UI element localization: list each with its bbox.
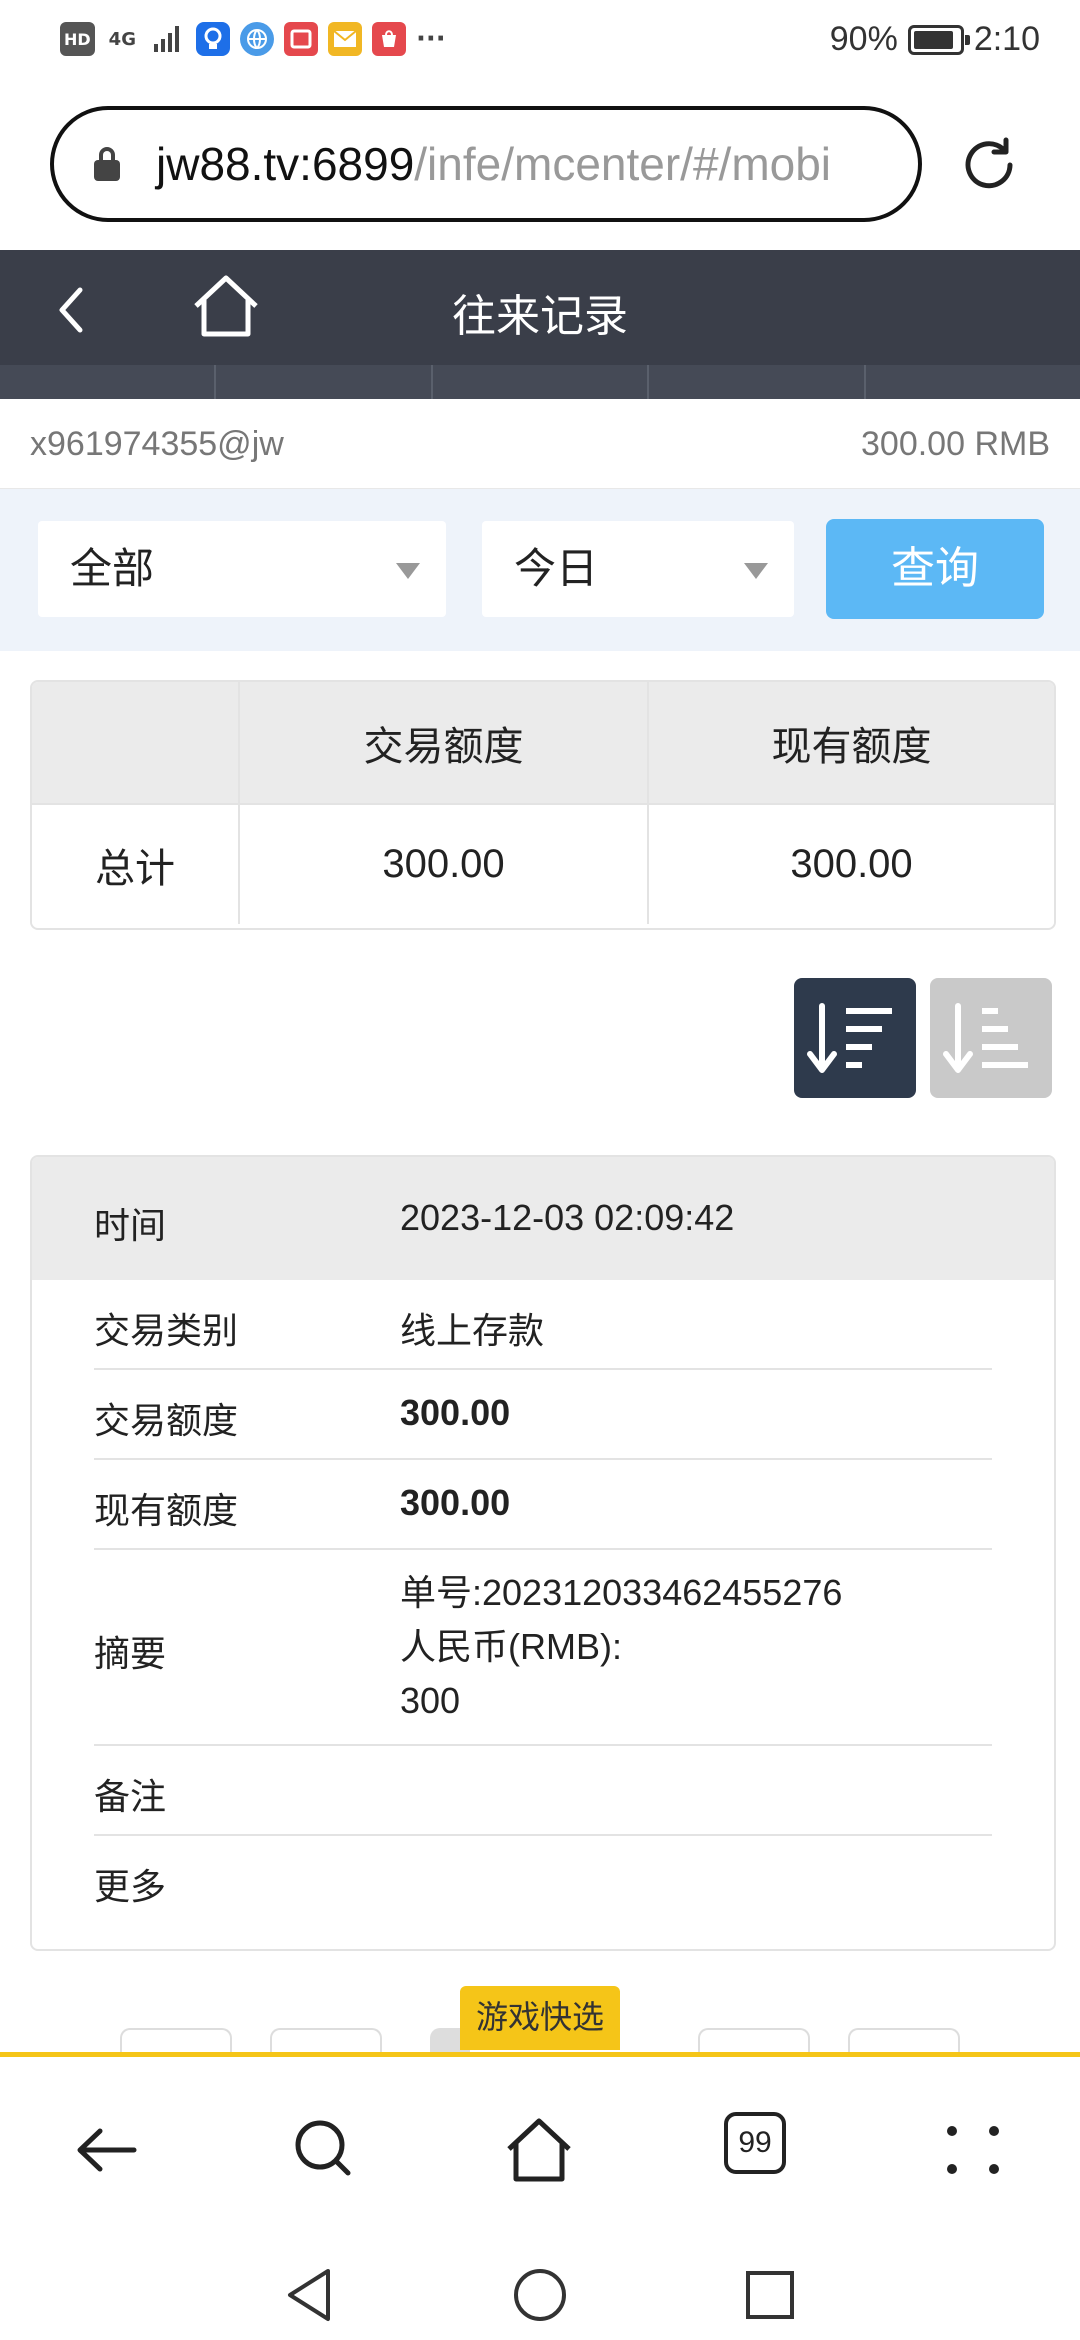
- record-time-row: 时间 2023-12-03 02:09:42: [32, 1157, 1054, 1280]
- record-type-row: 交易类别 线上存款: [94, 1280, 992, 1370]
- summary-header-row: 交易额度 现有额度: [32, 682, 1054, 803]
- home-icon[interactable]: [190, 272, 262, 340]
- browser-back-icon[interactable]: [72, 2115, 142, 2185]
- reload-icon[interactable]: [958, 134, 1020, 196]
- summary-table: 交易额度 现有额度 总计 300.00 300.00: [30, 680, 1056, 930]
- chevron-down-icon: [396, 563, 420, 579]
- record-balance-value: 300.00: [400, 1482, 511, 1523]
- system-home-icon[interactable]: [512, 2267, 568, 2323]
- address-bar[interactable]: jw88.tv:6899/infe/mcenter/#/mobi: [50, 106, 922, 222]
- summary-transaction-amount: 300.00: [240, 805, 649, 924]
- sub-nav-tab[interactable]: [433, 365, 650, 399]
- status-left-icons: HD 4G ···: [60, 22, 446, 56]
- record-summary-amount: 300: [400, 1680, 461, 1721]
- sort-descending-icon: [807, 1003, 892, 1073]
- query-button[interactable]: 查询: [826, 519, 1044, 619]
- record-type-value: 线上存款: [400, 1310, 545, 1351]
- browser-bottom-nav: [0, 2057, 1080, 2237]
- summary-current-amount: 300.00: [790, 842, 913, 886]
- record-time-label: 时间: [94, 1206, 167, 1247]
- tabs-count-icon[interactable]: 99: [724, 2112, 786, 2174]
- record-balance-row: 现有额度 300.00: [94, 1460, 992, 1550]
- summary-total-row: 总计 300.00 300.00: [32, 803, 1054, 924]
- category-select-value: 全部: [70, 544, 155, 593]
- game-quick-select-tab[interactable]: 游戏快选: [460, 1986, 620, 2050]
- sub-nav-strip: [0, 365, 1080, 399]
- game-shortcut-tile[interactable]: [698, 2028, 810, 2054]
- summary-header-transaction: 交易额度: [240, 682, 649, 803]
- summary-header-empty: [32, 682, 240, 803]
- sort-ascending-icon: [943, 1003, 1028, 1073]
- record-summary-label: 摘要: [94, 1634, 167, 1675]
- signal-bars-icon: [150, 22, 186, 56]
- record-more-row[interactable]: 更多: [94, 1836, 992, 1926]
- record-summary-value: 单号:202312033462455276 人民币(RMB): 300: [400, 1566, 842, 1728]
- sub-nav-tab[interactable]: [866, 365, 1080, 399]
- record-note-row: 备注: [94, 1746, 992, 1836]
- game-shortcut-tile[interactable]: [270, 2028, 382, 2054]
- record-amount-row: 交易额度 300.00: [94, 1370, 992, 1460]
- page-title: 往来记录: [452, 291, 628, 342]
- book-app-icon: [283, 22, 318, 56]
- sort-ascending-button[interactable]: [930, 978, 1052, 1098]
- summary-header-current: 现有额度: [771, 723, 932, 770]
- url-host: jw88.tv:6899: [156, 138, 415, 190]
- date-range-select[interactable]: 今日: [482, 521, 794, 617]
- hd-icon: HD: [60, 22, 95, 56]
- record-amount-label: 交易额度: [94, 1401, 239, 1442]
- system-recents-icon[interactable]: [744, 2269, 796, 2321]
- sub-nav-tab[interactable]: [0, 365, 217, 399]
- chevron-down-icon: [744, 563, 768, 579]
- clock: 2:10: [973, 20, 1040, 58]
- system-nav-bar: [0, 2237, 1080, 2340]
- status-bar: HD 4G ··· 90% 2:10: [0, 0, 1080, 84]
- game-shortcut-tile[interactable]: [848, 2028, 960, 2054]
- battery-percent: 90%: [829, 20, 898, 58]
- account-username: x961974355@jw: [30, 425, 284, 463]
- record-summary-order-no: 单号:202312033462455276: [400, 1572, 843, 1613]
- record-more-label: 更多: [94, 1867, 167, 1908]
- account-bar: x961974355@jw 300.00 RMB: [0, 399, 1080, 489]
- record-note-label: 备注: [94, 1777, 167, 1818]
- transaction-record-card: 时间 2023-12-03 02:09:42 交易类别 线上存款 交易额度 30…: [30, 1155, 1056, 1951]
- browser-app-icon: [239, 22, 274, 56]
- sort-descending-button[interactable]: [794, 978, 916, 1098]
- more-dots-icon: ···: [415, 24, 446, 54]
- category-select[interactable]: 全部: [38, 521, 446, 617]
- system-back-icon[interactable]: [284, 2267, 334, 2323]
- summary-total-label: 总计: [32, 805, 240, 924]
- record-balance-label: 现有额度: [94, 1491, 239, 1532]
- url-path: /infe/mcenter/#/mobi: [414, 138, 832, 190]
- battery-level-fill: [913, 30, 954, 49]
- record-summary-row: 摘要 单号:202312033462455276 人民币(RMB): 300: [94, 1550, 992, 1746]
- sub-nav-tab[interactable]: [216, 365, 433, 399]
- search-icon[interactable]: [290, 2115, 360, 2185]
- account-balance: 300.00 RMB: [861, 425, 1050, 463]
- date-range-select-value: 今日: [514, 544, 599, 593]
- browser-home-icon[interactable]: [504, 2115, 574, 2185]
- battery-icon: [907, 24, 970, 55]
- record-time-value: 2023-12-03 02:09:42: [400, 1197, 735, 1238]
- record-summary-currency: 人民币(RMB):: [400, 1626, 622, 1667]
- status-right: 90% 2:10: [830, 20, 1040, 59]
- page-header: 往来记录: [0, 250, 1080, 365]
- 4g-signal-icon: 4G: [108, 28, 136, 50]
- mail-app-icon: [327, 22, 362, 56]
- menu-dots-icon[interactable]: [938, 2115, 1008, 2185]
- record-amount-value: 300.00: [400, 1392, 511, 1433]
- lock-icon: [94, 147, 120, 181]
- sub-nav-tab[interactable]: [649, 365, 866, 399]
- bulb-app-icon: [195, 22, 230, 56]
- filter-bar: 全部 今日 查询: [0, 489, 1080, 651]
- record-type-label: 交易类别: [94, 1311, 239, 1352]
- appgallery-icon: [371, 22, 406, 56]
- game-shortcut-tile[interactable]: [120, 2028, 232, 2054]
